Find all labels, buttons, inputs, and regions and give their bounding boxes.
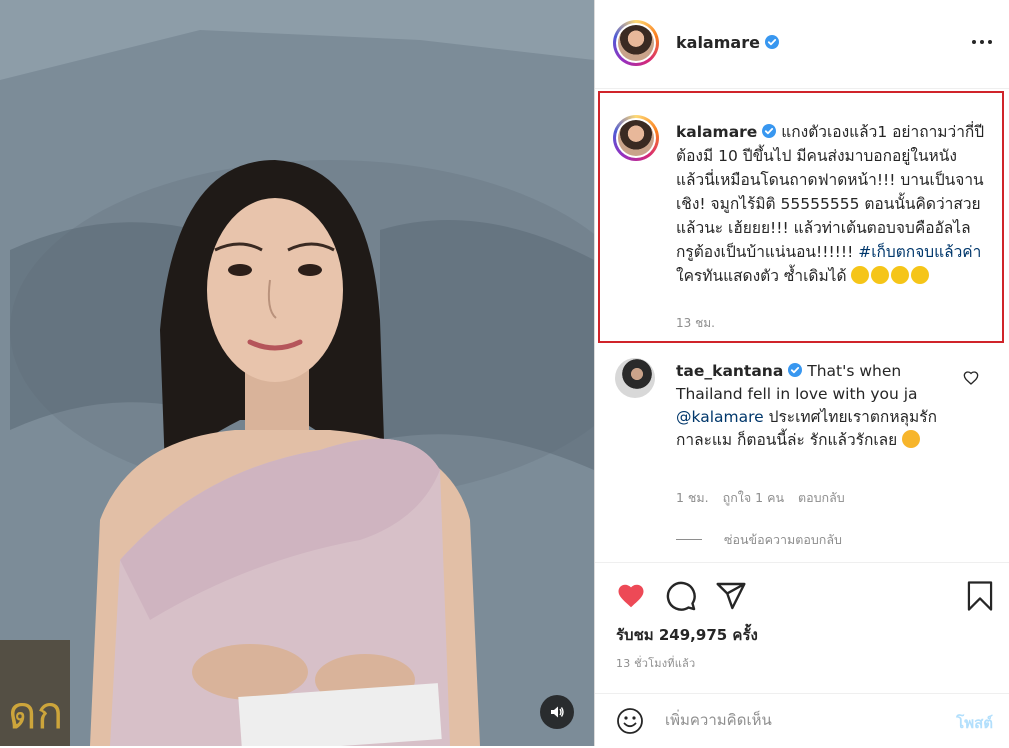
comment-input[interactable] [665, 708, 925, 732]
emoji-face-icon [891, 266, 910, 284]
commenter-username[interactable]: tae_kantana [676, 362, 783, 380]
verified-badge-icon [788, 363, 803, 377]
comment-mention[interactable]: @kalamare [676, 408, 764, 426]
comment-like-heart-icon[interactable] [963, 370, 979, 386]
author-username-link[interactable]: kalamare [676, 33, 779, 52]
verified-badge-icon [762, 124, 777, 138]
author-username[interactable]: kalamare [676, 33, 760, 52]
share-icon[interactable] [715, 580, 747, 612]
svg-text:ดก: ดก [8, 688, 63, 739]
comment-reply-button[interactable]: ตอบกลับ [798, 490, 845, 505]
verified-badge-icon [764, 35, 779, 49]
more-options-icon[interactable] [969, 32, 995, 52]
emoji-face-icon [871, 266, 890, 284]
post-video[interactable]: ดก [0, 0, 594, 746]
view-count[interactable]: รับชม 249,975 ครั้ง [616, 623, 758, 647]
author-avatar-image [618, 25, 654, 61]
replies-dash [676, 539, 702, 540]
hide-replies-button[interactable]: ซ่อนข้อความตอบกลับ [676, 530, 842, 550]
post-details-panel: kalamare kalamare แกงตัวเองแล้ว1 อย่าถาม… [595, 0, 1009, 746]
video-frame-illustration: ดก [0, 0, 594, 746]
emoji-face-icon [911, 266, 930, 284]
comment-timestamp[interactable]: 1 ชม. [676, 490, 709, 505]
post-comment-button[interactable]: โพสต์ [956, 711, 993, 735]
caption-avatar-image [618, 120, 654, 156]
caption-body: แกงตัวเองแล้ว1 อย่าถามว่ากี่ปี ต้องมี 10… [676, 123, 985, 261]
sound-icon [551, 706, 564, 718]
commenter-avatar[interactable] [615, 358, 655, 398]
sound-toggle-button[interactable] [540, 695, 574, 729]
hide-replies-label[interactable]: ซ่อนข้อความตอบกลับ [724, 532, 842, 547]
caption-body-end: ใครทันแสดงตัว ซ้ำเดิมได้ [676, 267, 852, 285]
bookmark-icon[interactable] [965, 580, 995, 612]
emoji-face-icon [851, 266, 870, 284]
post-header: kalamare [595, 0, 1009, 89]
comment: tae_kantana That's when Thailand fell in… [676, 360, 966, 452]
instagram-post-view: ดก kalamare kalamare แกงตัวเองแล้ว1 อย่า… [0, 0, 1009, 746]
add-comment-bar: โพสต์ [595, 693, 1009, 748]
comment-like-count[interactable]: ถูกใจ 1 คน [723, 490, 784, 505]
caption-timestamp[interactable]: 13 ชม. [676, 314, 715, 333]
post-actions: รับชม 249,975 ครั้ง 13 ชั่วโมงที่แล้ว โพ… [595, 562, 1009, 747]
comment-icon[interactable] [665, 580, 697, 612]
emoji-icon[interactable] [616, 707, 644, 735]
post-timestamp[interactable]: 13 ชั่วโมงที่แล้ว [616, 654, 695, 672]
emoji-face-icon [902, 430, 921, 448]
author-avatar[interactable] [613, 20, 659, 66]
comment-meta: 1 ชม. ถูกใจ 1 คน ตอบกลับ [676, 488, 859, 508]
caption-hashtag[interactable]: #เก็บตกจบแล้วค่า [858, 243, 981, 261]
caption-username[interactable]: kalamare [676, 123, 757, 141]
heart-icon[interactable] [615, 581, 647, 611]
caption: kalamare แกงตัวเองแล้ว1 อย่าถามว่ากี่ปี … [676, 120, 986, 288]
caption-author-avatar[interactable] [613, 115, 659, 161]
